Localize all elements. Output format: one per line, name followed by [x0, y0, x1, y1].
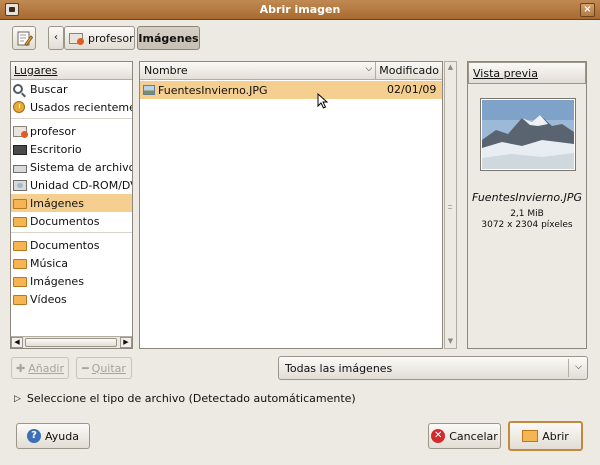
preview-filename: FuentesInvierno.JPG	[471, 191, 583, 204]
scrollbar-grip	[448, 205, 452, 209]
folder-icon	[13, 198, 27, 209]
home-folder-icon	[69, 32, 84, 45]
preview-filesize: 2,1 MiB	[510, 209, 544, 219]
expander-triangle-icon: ▷	[14, 393, 21, 404]
folder-icon	[13, 216, 27, 227]
plus-icon: ✚	[15, 361, 26, 375]
desktop-icon	[13, 144, 27, 155]
recent-icon	[13, 101, 25, 113]
file-list: Nombre ⌵ Modificado FuentesInvierno.JPG …	[139, 61, 443, 349]
preview-dimensions: 3072 x 2304 píxeles	[481, 220, 573, 230]
image-file-icon	[143, 85, 155, 95]
folder-icon	[13, 240, 27, 251]
bookmark-videos[interactable]: Vídeos	[11, 290, 132, 308]
mouse-cursor-icon	[317, 93, 329, 109]
column-header-name[interactable]: Nombre ⌵	[140, 62, 377, 79]
places-item-imagenes[interactable]: Imágenes	[11, 194, 132, 212]
file-list-header: Nombre ⌵ Modificado	[140, 62, 442, 80]
edit-location-icon	[17, 31, 33, 47]
bookmark-imagenes[interactable]: Imágenes	[11, 272, 132, 290]
preview-panel: Vista previa FuentesInvierno.JPG 2,1 MiB…	[467, 61, 587, 349]
open-folder-icon	[522, 430, 539, 442]
places-item-profesor[interactable]: profesor	[11, 122, 132, 140]
scroll-left-icon[interactable]: ◀	[11, 337, 23, 348]
places-item-documentos[interactable]: Documentos	[11, 212, 132, 230]
breadcrumb-profesor-label: profesor	[88, 31, 134, 45]
chevron-down-icon: ⌵	[575, 362, 582, 372]
help-icon: ?	[27, 429, 41, 443]
scroll-down-icon[interactable]: ▼	[445, 336, 456, 348]
cancel-icon: ✕	[431, 429, 446, 443]
places-item-escritorio[interactable]: Escritorio	[11, 140, 132, 158]
search-icon	[13, 84, 23, 94]
scroll-up-icon[interactable]: ▲	[445, 62, 456, 74]
bookmark-documentos[interactable]: Documentos	[11, 236, 132, 254]
folder-icon	[13, 294, 27, 305]
title-bar: Abrir imagen ×	[0, 0, 600, 20]
places-item-recientes[interactable]: Usados recientemente	[11, 98, 132, 116]
places-panel: Lugares Buscar Usados recientemente prof…	[10, 61, 133, 349]
places-horizontal-scrollbar[interactable]: ◀ ▶	[11, 336, 132, 348]
column-header-modified[interactable]: Modificado	[376, 62, 442, 79]
bookmark-musica[interactable]: Música	[11, 254, 132, 272]
file-type-expander[interactable]: ▷ Seleccione el tipo de archivo (Detecta…	[14, 392, 356, 405]
home-icon	[13, 125, 28, 138]
remove-bookmark-button[interactable]: ━ Quitar	[76, 357, 132, 379]
places-item-sistema[interactable]: Sistema de archivos	[11, 158, 132, 176]
window-title: Abrir imagen	[259, 3, 341, 16]
preview-thumbnail	[480, 98, 576, 171]
help-button[interactable]: ? Ayuda	[16, 423, 90, 449]
drive-icon	[13, 164, 27, 173]
sort-chevron-icon: ⌵	[365, 64, 373, 74]
file-filter-select[interactable]: Todas las imágenes ⌵	[278, 356, 588, 380]
edit-location-button[interactable]	[12, 26, 36, 50]
table-row[interactable]: FuentesInvierno.JPG 02/01/09	[140, 81, 442, 99]
preview-header-button[interactable]: Vista previa	[468, 62, 586, 84]
places-header[interactable]: Lugares	[11, 62, 132, 80]
close-button[interactable]: ×	[580, 3, 595, 17]
minus-icon: ━	[82, 361, 89, 375]
file-modified-cell: 02/01/09	[387, 83, 437, 96]
breadcrumb-profesor[interactable]: profesor	[64, 26, 135, 50]
cancel-button[interactable]: ✕ Cancelar	[428, 423, 501, 449]
add-bookmark-button[interactable]: ✚ Añadir	[11, 357, 69, 379]
open-button[interactable]: Abrir	[508, 421, 583, 451]
places-item-cdrom[interactable]: Unidad CD-ROM/DVD	[11, 176, 132, 194]
back-button[interactable]: ‹	[48, 26, 64, 50]
folder-icon	[13, 258, 27, 269]
breadcrumb-imagenes[interactable]: Imágenes	[137, 26, 200, 50]
file-name-cell: FuentesInvierno.JPG	[140, 81, 383, 99]
cdrom-icon	[13, 179, 27, 191]
divider	[568, 359, 569, 377]
scrollbar-thumb[interactable]	[25, 338, 117, 347]
file-list-vertical-scrollbar[interactable]: ▲ ▼	[444, 61, 457, 349]
folder-icon	[13, 276, 27, 287]
places-item-buscar[interactable]: Buscar	[11, 80, 132, 98]
pane-resize-handle[interactable]	[134, 200, 138, 230]
scroll-right-icon[interactable]: ▶	[120, 337, 132, 348]
